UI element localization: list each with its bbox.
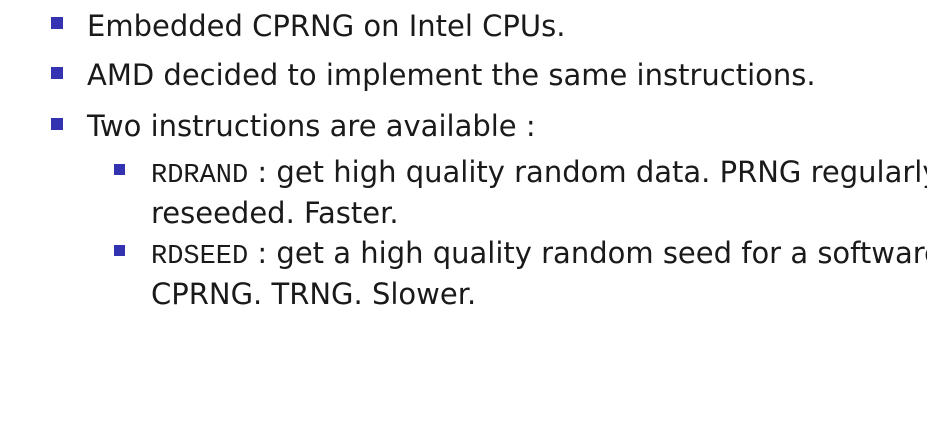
- sub-bullet-item-1: RDRAND : get high quality random data. P…: [151, 152, 927, 196]
- sub-bullet-square-icon: [114, 245, 125, 256]
- code-rdrand: RDRAND: [151, 161, 249, 191]
- bullet-square-icon: [51, 118, 63, 130]
- sub-bullet-square-icon: [114, 164, 125, 175]
- sub-bullet-item-1-text: : get high quality random data. PRNG reg…: [248, 155, 927, 189]
- slide: Embedded CPRNG on Intel CPUs. AMD decide…: [0, 0, 927, 448]
- bullet-item-2: AMD decided to implement the same instru…: [87, 58, 816, 92]
- bullet-square-icon: [51, 17, 63, 29]
- sub-bullet-item-1-continuation: reseeded. Faster.: [151, 196, 399, 230]
- bullet-square-icon: [51, 67, 63, 79]
- bullet-item-1: Embedded CPRNG on Intel CPUs.: [87, 9, 566, 43]
- sub-bullet-item-2-text: : get a high quality random seed for a s…: [248, 236, 927, 270]
- sub-bullet-item-2: RDSEED : get a high quality random seed …: [151, 233, 927, 277]
- code-rdseed: RDSEED: [151, 242, 249, 272]
- bullet-item-3: Two instructions are available :: [87, 109, 536, 143]
- sub-bullet-item-2-continuation: CPRNG. TRNG. Slower.: [151, 277, 477, 311]
